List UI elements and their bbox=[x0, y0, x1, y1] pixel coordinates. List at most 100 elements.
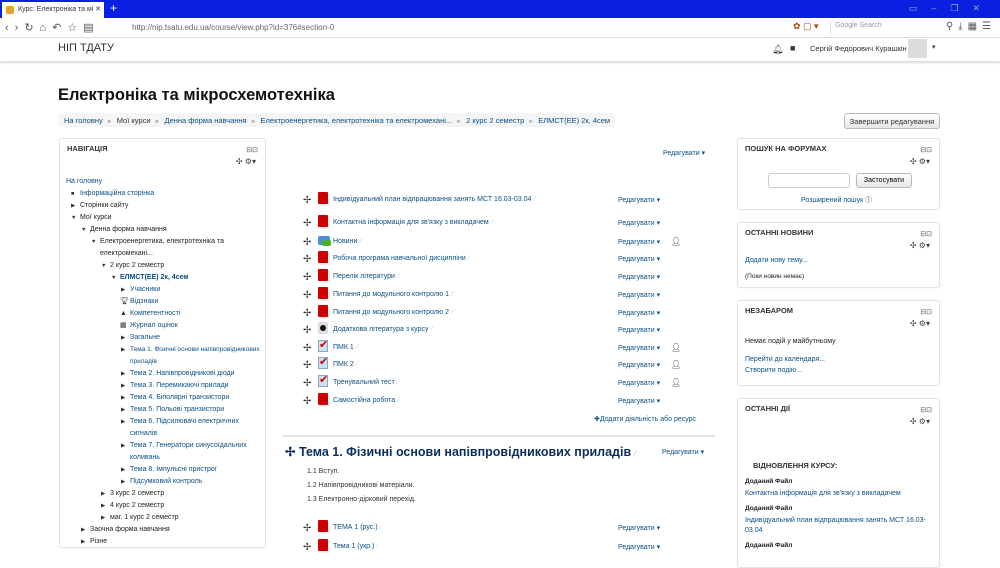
entry-link[interactable]: Контактна інформація для зв'язку з викла… bbox=[745, 490, 901, 497]
move-icon[interactable]: ✢ bbox=[303, 309, 311, 319]
block-move-settings-icons[interactable]: ✣ ⚙▾ bbox=[910, 319, 930, 328]
nav-item[interactable]: ▶ Тема 8. Імпульсні пристрої bbox=[121, 464, 261, 476]
block-move-settings-icons[interactable]: ✣ ⚙▾ bbox=[236, 157, 256, 166]
activity-edit-menu[interactable]: Редагувати ▾ bbox=[618, 273, 660, 281]
edit-title-icon[interactable]: ⁄ bbox=[469, 255, 470, 262]
messages-icon[interactable]: ■ bbox=[790, 43, 795, 53]
notifications-icon[interactable]: 🔔︎ bbox=[772, 44, 783, 55]
user-menu-caret-icon[interactable]: ▾ bbox=[932, 43, 936, 51]
browser-tools-icons[interactable]: ⚲⤓▦☰ bbox=[946, 21, 996, 32]
forum-search-input[interactable] bbox=[768, 173, 850, 188]
activity-edit-menu[interactable]: Редагувати ▾ bbox=[618, 379, 660, 387]
activity-edit-menu[interactable]: Редагувати ▾ bbox=[618, 219, 660, 227]
activity-edit-menu[interactable]: Редагувати ▾ bbox=[618, 543, 660, 551]
activity-edit-menu[interactable]: Редагувати ▾ bbox=[618, 255, 660, 263]
apply-search-button[interactable]: Застосувати bbox=[856, 173, 912, 188]
nav-item[interactable]: ▶ Тема 4. Біполярні транзистори bbox=[121, 392, 261, 404]
nav-item[interactable]: 🏆︎ Відзнаки bbox=[120, 296, 261, 308]
add-topic-link[interactable]: Додати нову тему... bbox=[745, 257, 808, 264]
window-controls[interactable]: ▭–❐✕ bbox=[909, 3, 994, 14]
activity-link[interactable]: Індивідуальний план відпрацювання занять… bbox=[333, 196, 536, 203]
activity-link[interactable]: Контактна інформація для зв'язку з викла… bbox=[333, 219, 493, 226]
activity-link[interactable]: Тренувальний тест ⁄ bbox=[333, 379, 399, 386]
move-icon[interactable]: ✢ bbox=[303, 273, 311, 283]
nav-item[interactable]: ▶ Тема 5. Польові транзистори bbox=[121, 404, 261, 416]
block-dock-icons[interactable]: ⊟⊡ bbox=[246, 146, 258, 154]
activity-link[interactable]: Самостійна робота ⁄ bbox=[333, 397, 399, 404]
activity-link[interactable]: ПМК 1 ⁄ bbox=[333, 344, 358, 351]
move-icon[interactable]: ✢ bbox=[303, 543, 311, 553]
block-dock-icons[interactable]: ⊟⊡ bbox=[920, 406, 932, 414]
breadcrumb-item[interactable]: Мої курси bbox=[117, 116, 151, 125]
extension-icon[interactable]: ✿ ▢ ▾ bbox=[793, 21, 819, 32]
user-name[interactable]: Сергій Федорович Курашкін bbox=[810, 44, 907, 53]
activity-edit-menu[interactable]: Редагувати ▾ bbox=[618, 397, 660, 405]
move-icon[interactable]: ✢ bbox=[303, 524, 311, 534]
move-icon[interactable]: ✢ bbox=[303, 196, 311, 206]
edit-title-icon[interactable]: ⁄ bbox=[452, 291, 453, 298]
move-icon[interactable]: ✢ bbox=[303, 255, 311, 265]
activity-link[interactable]: Додаткова література з курсу ⁄ bbox=[333, 326, 433, 333]
section1-edit-menu[interactable]: Редагувати ▾ bbox=[662, 448, 704, 456]
edit-title-icon[interactable]: ⁄ bbox=[398, 379, 399, 386]
user-roles-icon[interactable]: 👤︎ bbox=[671, 237, 681, 246]
block-move-settings-icons[interactable]: ✣ ⚙▾ bbox=[910, 241, 930, 250]
entry-link[interactable]: Індивідуальний план відпрацювання занять… bbox=[745, 516, 935, 536]
new-event-link[interactable]: Створити подію... bbox=[745, 367, 802, 374]
new-tab-button[interactable]: + bbox=[110, 1, 117, 15]
user-roles-icon[interactable]: 👤︎ bbox=[671, 378, 681, 387]
nav-item[interactable]: ▶ Підсумковий контроль bbox=[121, 476, 261, 488]
nav-item[interactable]: ▶ 3 курс 2 семестр bbox=[101, 488, 261, 500]
breadcrumb-item[interactable]: Денна форма навчання bbox=[164, 116, 246, 125]
edit-title-icon[interactable]: ⁄ bbox=[357, 361, 358, 368]
edit-title-icon[interactable]: ⁄ bbox=[534, 196, 535, 203]
nav-item[interactable]: ▶ Заочна форма навчання bbox=[81, 524, 261, 536]
user-roles-icon[interactable]: 👤︎ bbox=[671, 343, 681, 352]
edit-title-icon[interactable]: ⁄ bbox=[360, 238, 361, 245]
activity-edit-menu[interactable]: Редагувати ▾ bbox=[618, 291, 660, 299]
nav-item[interactable]: ▲ Компетентності bbox=[120, 308, 261, 320]
nav-item[interactable]: ▶ Різне bbox=[81, 536, 261, 548]
move-icon[interactable]: ✢ bbox=[303, 397, 311, 407]
block-dock-icons[interactable]: ⊟⊡ bbox=[920, 146, 932, 154]
nav-item[interactable]: ■ Інформаційна сторінка bbox=[71, 188, 261, 200]
finish-editing-button[interactable]: Завершити редагування bbox=[844, 113, 940, 129]
section-title[interactable]: ✢ Тема 1. Фізичні основи напівпровіднико… bbox=[285, 444, 636, 459]
move-icon[interactable]: ✢ bbox=[303, 361, 311, 371]
browser-search-input[interactable]: Google Search bbox=[830, 22, 930, 34]
edit-title-icon[interactable]: ⁄ bbox=[357, 344, 358, 351]
block-move-settings-icons[interactable]: ✣ ⚙▾ bbox=[910, 417, 930, 426]
edit-title-icon[interactable]: ⁄ bbox=[452, 309, 453, 316]
activity-edit-menu[interactable]: Редагувати ▾ bbox=[618, 344, 660, 352]
nav-item[interactable]: ▶ Учасники bbox=[121, 284, 261, 296]
edit-title-icon[interactable]: ⁄ bbox=[398, 397, 399, 404]
activity-link[interactable]: ПМК 2 ⁄ bbox=[333, 361, 358, 368]
edit-title-icon[interactable]: ⁄ bbox=[635, 449, 636, 458]
edit-title-icon[interactable]: ⁄ bbox=[492, 219, 493, 226]
nav-item[interactable]: ▼ Мої курси bbox=[71, 212, 261, 224]
nav-item[interactable]: ▶ маг. 1 курс 2 семестр bbox=[101, 512, 261, 524]
url-field[interactable]: http://nip.tsatu.edu.ua/course/view.php?… bbox=[132, 23, 334, 32]
activity-edit-menu[interactable]: Редагувати ▾ bbox=[618, 361, 660, 369]
nav-item[interactable]: ▼ Електроенергетика, електротехніка та ел… bbox=[91, 236, 261, 260]
edit-title-icon[interactable]: ⁄ bbox=[377, 543, 378, 550]
block-move-settings-icons[interactable]: ✣ ⚙▾ bbox=[910, 157, 930, 166]
move-icon[interactable]: ✢ bbox=[303, 238, 311, 248]
user-roles-icon[interactable]: 👤︎ bbox=[671, 360, 681, 369]
advanced-search-link[interactable]: Розширений пошук bbox=[801, 197, 863, 204]
activity-edit-menu[interactable]: Редагувати ▾ bbox=[618, 196, 660, 204]
breadcrumb-item[interactable]: 2 курс 2 семестр bbox=[466, 116, 524, 125]
activity-edit-menu[interactable]: Редагувати ▾ bbox=[618, 309, 660, 317]
activity-link[interactable]: Новини ⁄ bbox=[333, 238, 362, 245]
nav-item[interactable]: ▶ Тема 1. Фізичні основи напівпровідников… bbox=[121, 344, 261, 368]
browser-nav-icons[interactable]: ‹›↻⌂↶☆▤ bbox=[5, 21, 100, 34]
nav-item[interactable]: ▶ Тема 3. Перемикаючі прилади bbox=[121, 380, 261, 392]
nav-item[interactable]: ▶ Загальне bbox=[121, 332, 261, 344]
browser-tab[interactable]: Курс: Електроніка та мі ✕ bbox=[2, 2, 104, 18]
nav-item[interactable]: ▼ Денна форма навчання bbox=[81, 224, 261, 236]
activity-link[interactable]: Перелік літератури ⁄ bbox=[333, 273, 399, 280]
calendar-link[interactable]: Перейти до календаря... bbox=[745, 356, 825, 363]
nav-item[interactable]: ▶ Тема 6. Підсилювачі електричних сигналі… bbox=[121, 416, 261, 440]
edit-title-icon[interactable]: ⁄ bbox=[431, 326, 432, 333]
move-icon[interactable]: ✢ bbox=[303, 344, 311, 354]
